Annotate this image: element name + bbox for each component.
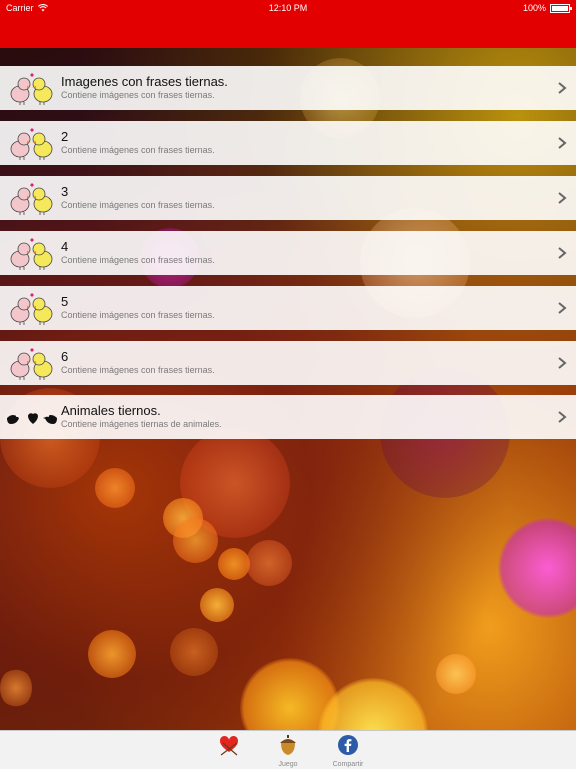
item-title: Imagenes con frases tiernas. — [61, 74, 228, 89]
navigation-bar — [0, 16, 576, 48]
tab-juego[interactable]: Juego — [264, 734, 312, 768]
chevron-right-icon — [558, 137, 567, 149]
tab-label: Juego — [278, 761, 298, 768]
list-item[interactable]: 2 Contiene imágenes con frases tiernas. — [0, 121, 576, 165]
item-subtitle: Contiene imágenes con frases tiernas. — [61, 255, 215, 265]
lovebirds-icon — [10, 128, 53, 160]
lovebirds-icon — [10, 348, 53, 380]
tab-compartir[interactable]: Compartir — [324, 734, 372, 768]
item-title: Animales tiernos. — [61, 403, 161, 418]
battery-percent: 100% — [522, 3, 546, 13]
status-right: 100% — [522, 3, 572, 13]
item-title: 4 — [61, 239, 69, 254]
lovebirds-icon — [10, 238, 53, 270]
tab-favorites[interactable] — [205, 734, 253, 768]
item-subtitle: Contiene imágenes con frases tiernas. — [61, 365, 215, 375]
lovebirds-icon — [10, 183, 53, 215]
list-item[interactable]: 4 Contiene imágenes con frases tiernas. — [0, 231, 576, 275]
chevron-right-icon — [558, 192, 567, 204]
heart-icon — [219, 735, 239, 756]
item-subtitle: Contiene imágenes con frases tiernas. — [61, 145, 215, 155]
list-item[interactable]: Imagenes con frases tiernas. Contiene im… — [0, 66, 576, 110]
item-subtitle: Contiene imágenes con frases tiernas. — [61, 200, 215, 210]
item-title: 5 — [61, 294, 69, 309]
item-subtitle: Contiene imágenes tiernas de animales. — [61, 419, 222, 429]
tab-label: Compartir — [332, 761, 364, 768]
list-item[interactable]: 3 Contiene imágenes con frases tiernas. — [0, 176, 576, 220]
status-bar: Carrier 12:10 PM 100% — [0, 0, 576, 16]
battery-icon — [550, 3, 572, 13]
tab-bar: Juego Compartir — [0, 730, 576, 769]
chevron-right-icon — [558, 302, 567, 314]
item-title: 3 — [61, 184, 69, 199]
item-subtitle: Contiene imágenes con frases tiernas. — [61, 310, 215, 320]
chevron-right-icon — [558, 247, 567, 259]
chevron-right-icon — [558, 82, 567, 94]
chevron-right-icon — [558, 411, 567, 423]
acorn-icon — [280, 735, 296, 755]
item-title: 2 — [61, 129, 69, 144]
item-subtitle: Contiene imágenes con frases tiernas. — [61, 90, 215, 100]
birds-heart-icon — [7, 413, 57, 424]
list-item[interactable]: 6 Contiene imágenes con frases tiernas. — [0, 341, 576, 385]
status-time: 12:10 PM — [268, 3, 308, 13]
chevron-right-icon — [558, 357, 567, 369]
list-item[interactable]: Animales tiernos. Contiene imágenes tier… — [0, 395, 576, 439]
item-title: 6 — [61, 349, 69, 364]
facebook-icon — [338, 735, 358, 755]
list-item[interactable]: 5 Contiene imágenes con frases tiernas. — [0, 286, 576, 330]
lovebirds-icon — [10, 73, 53, 105]
lovebirds-icon — [10, 293, 53, 325]
